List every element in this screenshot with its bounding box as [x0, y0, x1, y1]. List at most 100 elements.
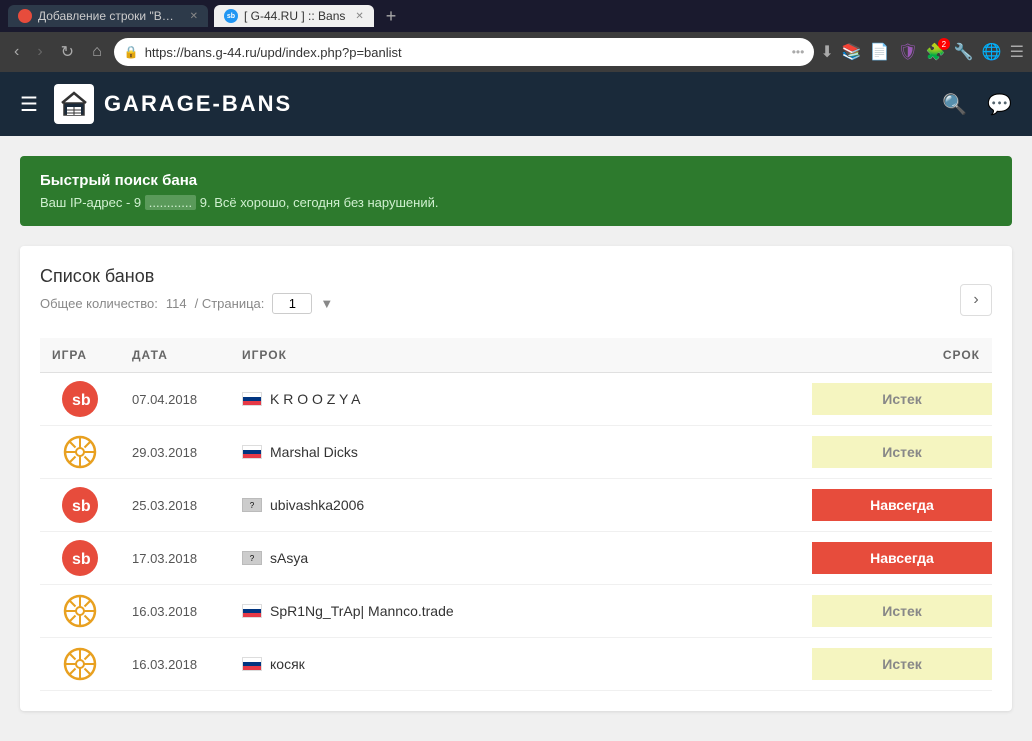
menu-icon[interactable]: ☰	[1010, 42, 1024, 62]
table-row[interactable]: 16.03.2018 SpR1Ng_TrAp| Mannco.trade Ист…	[40, 585, 992, 638]
player-name: ubivashka2006	[270, 497, 364, 513]
player-info: K R O O Z Y A	[242, 391, 800, 407]
game-cell: sb	[40, 532, 120, 585]
col-game: ИГРА	[40, 338, 120, 373]
extension-icon[interactable]: 🔧	[954, 42, 974, 62]
card-meta: Общее количество: 114 / Страница: ▼	[40, 293, 333, 314]
player-cell: K R O O Z Y A	[230, 373, 812, 426]
home-button[interactable]: ⌂	[86, 41, 108, 63]
wheel-icon	[62, 646, 98, 682]
date-cell: 16.03.2018	[120, 585, 230, 638]
address-bar[interactable]: 🔒 https://bans.g-44.ru/upd/index.php?p=b…	[114, 38, 815, 66]
card-header-row: Список банов Общее количество: 114 / Стр…	[40, 266, 992, 334]
bans-card: Список банов Общее количество: 114 / Стр…	[20, 246, 1012, 711]
tab-label-1: Добавление строки "Вы заба...	[38, 9, 180, 23]
status-cell: Истек	[812, 426, 992, 479]
table-row[interactable]: sb 07.04.2018 K R O O Z Y A Истек	[40, 373, 992, 426]
download-icon[interactable]: ⬇	[820, 42, 833, 62]
status-badge: Истек	[812, 595, 992, 627]
player-cell: косяк	[230, 638, 812, 691]
ip-text-suffix: 9.	[200, 195, 211, 210]
reader-icon[interactable]: 📄	[870, 42, 890, 62]
player-name: Marshal Dicks	[270, 444, 358, 460]
ip-banner-text: Ваш IP-адрес - 9 ............ 9. Всё хор…	[40, 195, 992, 210]
status-cell: Истек	[812, 585, 992, 638]
page-content: ☰ GARAGE-BANS 🔍 💬 Быстрый поиск бана	[0, 72, 1032, 741]
status-badge: Навсегда	[812, 542, 992, 574]
tab-add-button[interactable]: +	[380, 6, 403, 27]
chat-icon[interactable]: 💬	[987, 92, 1012, 117]
player-info: ? ubivashka2006	[242, 497, 800, 513]
browser-actions: ⬇ 📚 📄 🛡 🧩2 🔧 🌐 ☰	[820, 42, 1024, 62]
ip-text-prefix: Ваш IP-адрес - 9	[40, 195, 141, 210]
back-button[interactable]: ‹	[8, 41, 25, 63]
search-icon[interactable]: 🔍	[942, 92, 967, 117]
player-info: Marshal Dicks	[242, 444, 800, 460]
flag-ru	[242, 604, 262, 618]
table-row[interactable]: sb 17.03.2018 ? sAsya Навсегда	[40, 532, 992, 585]
status-badge: Истек	[812, 436, 992, 468]
col-duration: СРОК	[812, 338, 992, 373]
player-name: K R O O Z Y A	[270, 391, 361, 407]
tab-close-2[interactable]: ✕	[355, 11, 363, 22]
status-cell: Навсегда	[812, 479, 992, 532]
page-dropdown-icon[interactable]: ▼	[320, 296, 333, 311]
svg-text:sb: sb	[72, 551, 91, 568]
sb-icon: sb	[62, 381, 98, 417]
lock-icon: 🔒	[124, 45, 139, 59]
bookmarks-icon[interactable]: 📚	[842, 42, 862, 62]
next-page-button[interactable]: ›	[960, 284, 992, 316]
wheel-icon	[62, 593, 98, 629]
tab-1[interactable]: Добавление строки "Вы заба... ✕	[8, 5, 208, 27]
player-info: косяк	[242, 656, 800, 672]
game-cell: sb	[40, 373, 120, 426]
bans-table: ИГРА ДАТА ИГРОК СРОК sb 07.04.2018 K R O…	[40, 338, 992, 691]
flag-ru	[242, 392, 262, 406]
player-cell: SpR1Ng_TrAp| Mannco.trade	[230, 585, 812, 638]
player-cell: ? sAsya	[230, 532, 812, 585]
sb-icon: sb	[62, 540, 98, 576]
flag-ru	[242, 657, 262, 671]
page-input[interactable]	[272, 293, 312, 314]
site-header: ☰ GARAGE-BANS 🔍 💬	[0, 72, 1032, 136]
table-row[interactable]: sb 25.03.2018 ? ubivashka2006 Навсегда	[40, 479, 992, 532]
ip-banner: Быстрый поиск бана Ваш IP-адрес - 9 ....…	[20, 156, 1012, 226]
addon-icon[interactable]: 🧩2	[926, 42, 946, 62]
date-cell: 17.03.2018	[120, 532, 230, 585]
garage-svg-icon	[59, 89, 89, 119]
game-cell	[40, 638, 120, 691]
total-value: 114	[166, 296, 187, 311]
tab-icon-2: sb	[224, 9, 238, 23]
page-label: / Страница:	[195, 296, 265, 311]
table-row[interactable]: 29.03.2018 Marshal Dicks Истек	[40, 426, 992, 479]
card-title: Список банов	[40, 266, 333, 287]
extension2-icon[interactable]: 🌐	[982, 42, 1002, 62]
status-badge: Истек	[812, 383, 992, 415]
status-badge: Навсегда	[812, 489, 992, 521]
date-cell: 25.03.2018	[120, 479, 230, 532]
table-body: sb 07.04.2018 K R O O Z Y A Истек 29.03.…	[40, 373, 992, 691]
logo[interactable]: GARAGE-BANS	[54, 84, 292, 124]
forward-button[interactable]: ›	[31, 41, 48, 63]
total-label: Общее количество:	[40, 296, 158, 311]
logo-text: GARAGE-BANS	[104, 91, 292, 117]
shield-icon[interactable]: 🛡	[898, 42, 918, 62]
tab-close-1[interactable]: ✕	[190, 11, 198, 22]
col-player: ИГРОК	[230, 338, 812, 373]
player-info: ? sAsya	[242, 550, 800, 566]
date-cell: 16.03.2018	[120, 638, 230, 691]
player-name: SpR1Ng_TrAp| Mannco.trade	[270, 603, 454, 619]
sb-icon: sb	[62, 487, 98, 523]
tab-icon-1	[18, 9, 32, 23]
ip-hidden: ............	[145, 195, 196, 210]
status-cell: Истек	[812, 638, 992, 691]
reload-button[interactable]: ↻	[55, 40, 80, 64]
game-cell	[40, 585, 120, 638]
table-row[interactable]: 16.03.2018 косяк Истек	[40, 638, 992, 691]
svg-text:sb: sb	[72, 392, 91, 409]
tab-2[interactable]: sb [ G-44.RU ] :: Bans ✕	[214, 5, 374, 27]
date-cell: 07.04.2018	[120, 373, 230, 426]
address-more[interactable]: •••	[792, 45, 805, 59]
game-cell	[40, 426, 120, 479]
hamburger-menu[interactable]: ☰	[20, 92, 38, 117]
